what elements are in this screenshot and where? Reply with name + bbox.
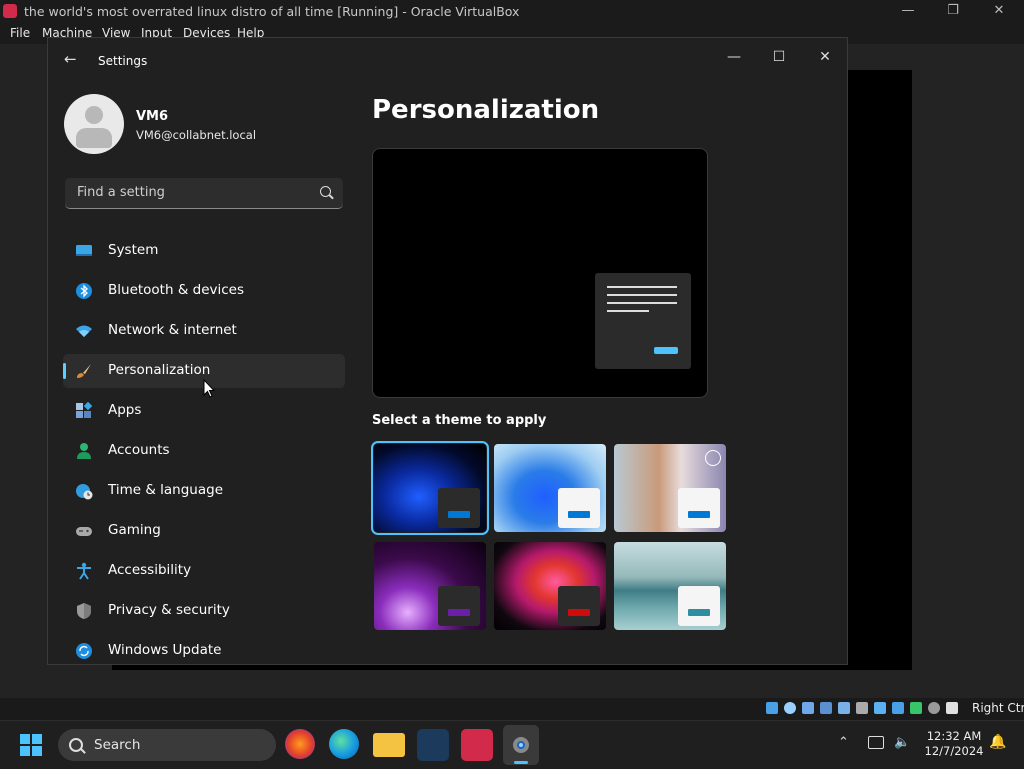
- preview-window: [595, 273, 691, 369]
- network-icon[interactable]: [820, 702, 832, 714]
- update-icon: [76, 643, 92, 659]
- sidebar-item-accounts[interactable]: Accounts: [63, 434, 345, 468]
- sidebar-item-label: Accounts: [108, 442, 170, 458]
- theme-windows-dark[interactable]: [371, 441, 489, 535]
- settings-minimize-icon[interactable]: —: [714, 44, 754, 70]
- date: 12/7/2024: [924, 744, 984, 758]
- wifi-icon: [76, 325, 92, 337]
- sidebar-item-label: Windows Update: [108, 642, 222, 658]
- globe-clock-icon: [76, 484, 93, 500]
- sidebar-item-label: Network & internet: [108, 322, 237, 338]
- volume-muted-icon[interactable]: 🔈: [894, 735, 910, 750]
- virtualbox-icon: [3, 4, 17, 18]
- sidebar-item-bluetooth-devices[interactable]: Bluetooth & devices: [63, 274, 345, 308]
- recording-icon[interactable]: [892, 702, 904, 714]
- search-icon: [69, 738, 83, 752]
- start-button-icon[interactable]: [20, 734, 42, 756]
- gamepad-icon: [76, 527, 92, 536]
- sidebar-item-label: Accessibility: [108, 562, 192, 578]
- sidebar-item-label: Apps: [108, 402, 142, 418]
- close-icon[interactable]: ✕: [984, 2, 1014, 20]
- slideshow-icon: [705, 450, 721, 466]
- file-explorer-icon[interactable]: [373, 733, 405, 757]
- menu-file[interactable]: File: [10, 26, 30, 40]
- taskbar: Search ⌃ 🔈 12:32 AM 12/7/2024 🔔: [0, 720, 1024, 769]
- sidebar-item-label: Personalization: [108, 362, 211, 378]
- cpu-icon[interactable]: [910, 702, 922, 714]
- sidebar-item-system[interactable]: System: [63, 234, 345, 268]
- audio-icon[interactable]: [802, 702, 814, 714]
- theme-windows-light[interactable]: [494, 444, 606, 532]
- notification-bell-icon[interactable]: 🔔: [989, 734, 1006, 750]
- sidebar-item-accessibility[interactable]: Accessibility: [63, 554, 345, 588]
- avatar[interactable]: [64, 94, 124, 154]
- settings-close-icon[interactable]: ✕: [805, 44, 845, 70]
- virtualbox-window-title: the world's most overrated linux distro …: [24, 4, 520, 19]
- sidebar-item-apps[interactable]: Apps: [63, 394, 345, 428]
- sidebar-item-label: Bluetooth & devices: [108, 282, 245, 298]
- settings-taskbar-button[interactable]: [503, 725, 539, 765]
- theme-glow[interactable]: [374, 542, 486, 630]
- sidebar-item-label: Time & language: [108, 482, 224, 498]
- shared-folders-icon[interactable]: [856, 702, 868, 714]
- user-name: VM6: [136, 109, 169, 124]
- display-icon[interactable]: [874, 702, 886, 714]
- themes-section-label: Select a theme to apply: [372, 413, 547, 428]
- settings-maximize-icon[interactable]: ☐: [759, 44, 799, 70]
- minimize-icon[interactable]: —: [893, 2, 923, 20]
- taskbar-search-label: Search: [94, 737, 141, 753]
- virtualbox-taskbar-icon[interactable]: [461, 729, 493, 761]
- paintbrush-icon: [77, 364, 91, 378]
- search-icon[interactable]: [320, 186, 331, 197]
- sidebar-item-label: Gaming: [108, 522, 161, 538]
- sidebar-item-network-internet[interactable]: Network & internet: [63, 314, 345, 348]
- virtualbox-status-bar: Right Ctrl: [762, 700, 1024, 718]
- theme-flow[interactable]: [614, 542, 726, 630]
- settings-window-title: Settings: [98, 54, 148, 68]
- back-arrow-icon[interactable]: ←: [64, 50, 77, 68]
- search-input[interactable]: [75, 184, 309, 201]
- mouse-integration-icon[interactable]: [928, 702, 940, 714]
- person-icon: [77, 443, 91, 459]
- theme-preview: [372, 148, 708, 398]
- apps-icon: [76, 402, 93, 418]
- network-status-icon[interactable]: [868, 736, 884, 749]
- edge-icon[interactable]: [329, 729, 359, 759]
- usb-icon[interactable]: [838, 702, 850, 714]
- sidebar-item-privacy-security[interactable]: Privacy & security: [63, 594, 345, 628]
- theme-captured-motion[interactable]: [494, 542, 606, 630]
- sidebar-item-label: System: [108, 242, 159, 258]
- optical-drive-icon[interactable]: [784, 702, 796, 714]
- settings-window: ← Settings — ☐ ✕ VM6 VM6@collabnet.local…: [47, 37, 848, 665]
- taskbar-search[interactable]: Search: [58, 729, 276, 761]
- sidebar-item-label: Privacy & security: [108, 602, 230, 618]
- mouse-cursor-icon: [203, 379, 215, 398]
- keyboard-icon[interactable]: [946, 702, 958, 714]
- active-indicator: [63, 363, 66, 379]
- theme-windows-spotlight[interactable]: [614, 444, 726, 532]
- hdd-icon[interactable]: [766, 702, 778, 714]
- shield-icon: [77, 603, 91, 619]
- restore-icon[interactable]: ❐: [938, 2, 968, 20]
- sidebar-item-gaming[interactable]: Gaming: [63, 514, 345, 548]
- gear-icon: [513, 737, 529, 753]
- settings-search[interactable]: [65, 178, 343, 209]
- monitor-icon: [76, 245, 92, 256]
- host-key-label: Right Ctrl: [972, 701, 1024, 715]
- time: 12:32 AM: [926, 729, 982, 743]
- bluetooth-icon: [76, 283, 92, 299]
- user-email: VM6@collabnet.local: [136, 128, 257, 142]
- firefox-icon[interactable]: [285, 729, 315, 759]
- vscode-like-icon[interactable]: [417, 729, 449, 761]
- sidebar-item-windows-update[interactable]: Windows Update: [63, 634, 345, 664]
- accessibility-icon: [77, 562, 91, 580]
- clock[interactable]: 12:32 AM 12/7/2024: [920, 729, 988, 759]
- sidebar-item-time-language[interactable]: Time & language: [63, 474, 345, 508]
- virtualbox-title-bar: the world's most overrated linux distro …: [0, 0, 1024, 23]
- page-title: Personalization: [372, 95, 600, 125]
- chevron-up-icon[interactable]: ⌃: [838, 735, 849, 750]
